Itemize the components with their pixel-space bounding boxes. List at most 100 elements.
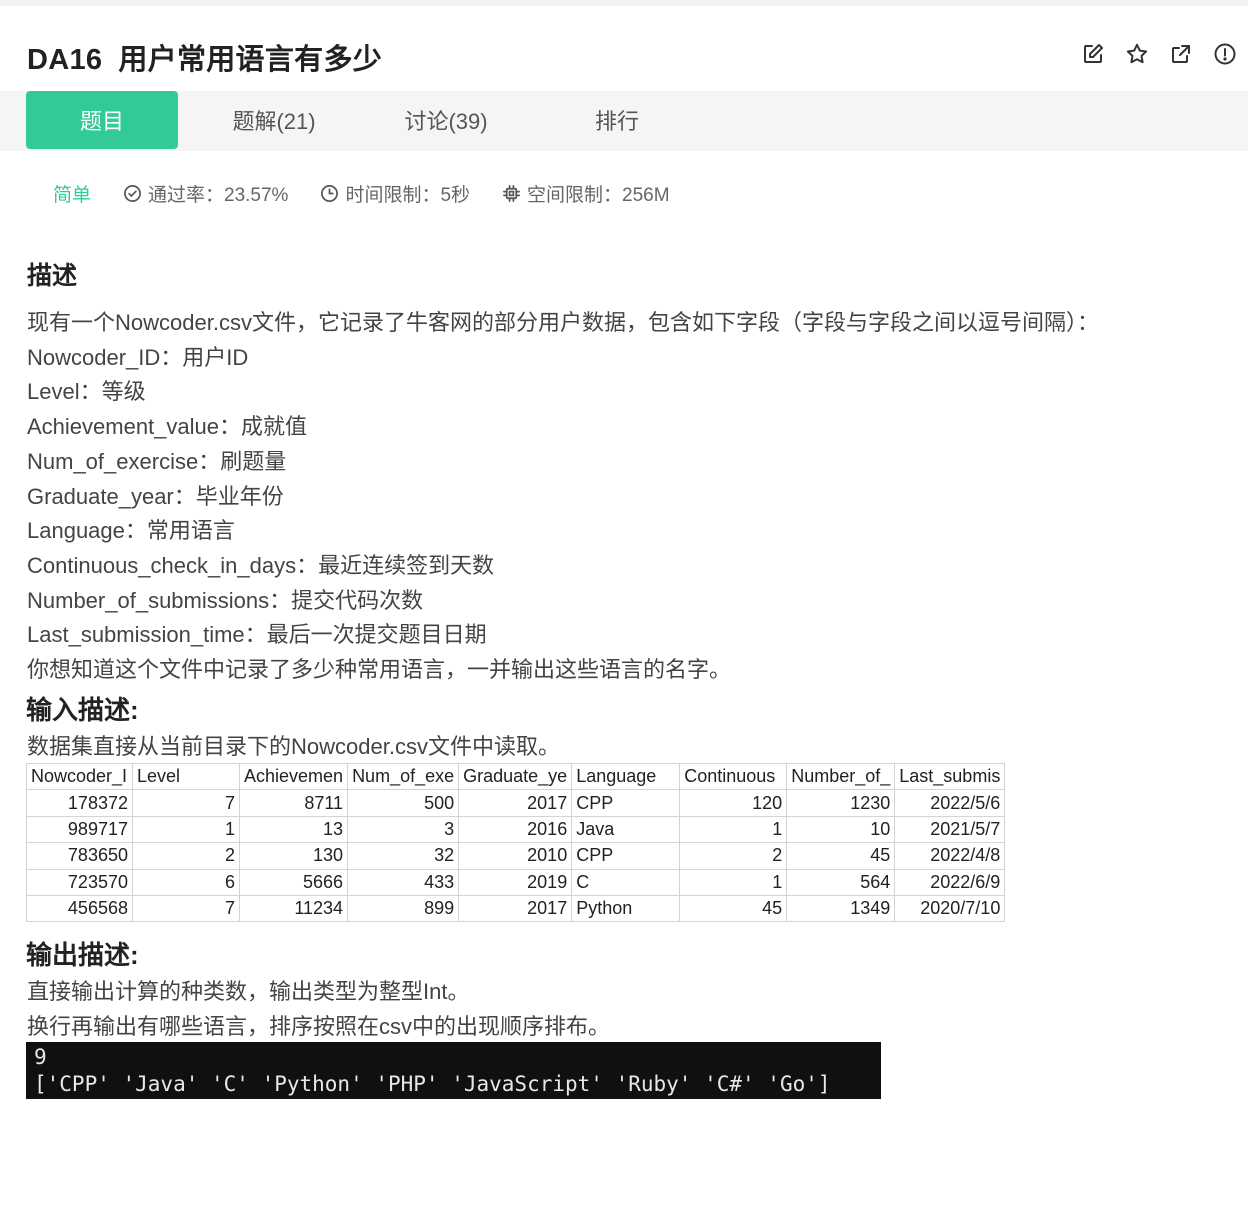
output-text-line1: 直接输出计算的种类数，输出类型为整型Int。: [27, 979, 470, 1004]
edit-icon[interactable]: [1080, 40, 1106, 68]
action-bar: [1080, 40, 1238, 68]
table-cell: 2010: [458, 842, 573, 870]
description-line: Graduate_year：毕业年份: [27, 483, 284, 509]
table-cell: 723570: [26, 868, 133, 896]
table-row: 723570 6 5666 433 2019 C 1 564 2022/6/9: [26, 868, 1006, 896]
table-cell: 1: [132, 815, 240, 844]
report-icon[interactable]: [1212, 40, 1238, 68]
description-line: Continuous_check_in_days：最近连续签到天数: [27, 552, 495, 578]
table-cell: 989717: [26, 815, 133, 844]
table-cell: 2019: [458, 868, 573, 896]
table-cell: 564: [786, 868, 896, 896]
description-line: Last_submission_time：最后一次提交题目日期: [27, 622, 487, 648]
pass-rate: 通过率：23.57%: [123, 180, 288, 207]
table-cell: 2021/5/7: [894, 815, 1006, 844]
table-cell: 433: [347, 868, 460, 896]
difficulty-badge: 简单: [53, 185, 92, 206]
output-heading: 输出描述:: [26, 940, 139, 970]
description-line: Level：等级: [27, 379, 146, 405]
description-line: Num_of_exercise：刷题量: [27, 448, 287, 474]
top-strip: [0, 0, 1248, 6]
table-cell: 1: [679, 868, 788, 896]
time-limit-text: 时间限制：5秒: [345, 185, 471, 206]
column-header: Language: [571, 762, 681, 791]
table-cell: 1: [679, 815, 788, 844]
description-line: 现有一个Nowcoder.csv文件，它记录了牛客网的部分用户数据，包含如下字段…: [27, 310, 1099, 335]
table-cell: 10: [786, 815, 896, 844]
column-header: Last_submis: [894, 762, 1006, 791]
tab-ranking[interactable]: 排行: [541, 91, 693, 149]
table-cell: 45: [786, 842, 896, 870]
table-cell: 7: [132, 894, 240, 923]
memory-limit-text: 空间限制：256M: [527, 185, 670, 206]
table-cell: 120: [679, 789, 788, 817]
column-header: Nowcoder_I: [26, 762, 133, 791]
table-cell: 8711: [238, 789, 349, 817]
table-cell: 2020/7/10: [894, 894, 1006, 923]
tab-solutions[interactable]: 题解(21): [198, 91, 350, 149]
output-example-terminal: 9 ['CPP' 'Java' 'C' 'Python' 'PHP' 'Java…: [26, 1042, 881, 1099]
problem-code: DA16: [27, 44, 103, 76]
table-cell: 178372: [26, 789, 133, 817]
output-text-line2: 换行再输出有哪些语言，排序按照在csv中的出现顺序排布。: [27, 1014, 611, 1039]
table-cell: 2017: [458, 789, 573, 817]
pass-rate-text: 通过率：23.57%: [148, 185, 289, 206]
input-heading: 输入描述:: [26, 695, 139, 725]
table-cell: 7: [132, 789, 240, 817]
table-cell: 1230: [786, 789, 896, 817]
table-cell: 783650: [26, 842, 133, 870]
column-header: Level: [132, 762, 240, 791]
table-cell: 6: [132, 868, 240, 896]
tab-discussion[interactable]: 讨论(39): [370, 91, 522, 149]
table-cell: 2022/6/9: [894, 868, 1006, 896]
description-line: 你想知道这个文件中记录了多少种常用语言，一并输出这些语言的名字。: [27, 657, 732, 683]
table-cell: 2017: [458, 894, 573, 923]
csv-preview-table: Nowcoder_I Level Achievemen Num_of_exe G…: [26, 762, 1006, 923]
share-icon[interactable]: [1168, 40, 1194, 68]
table-cell: 1349: [786, 894, 896, 923]
table-cell: 130: [238, 842, 349, 870]
column-header: Num_of_exe: [347, 762, 460, 791]
column-header: Continuous: [679, 762, 788, 791]
table-cell: 2: [679, 842, 788, 870]
tab-problem[interactable]: 题目: [26, 91, 178, 149]
clock-icon: [321, 185, 339, 202]
table-cell: 3: [347, 815, 460, 844]
table-cell: Python: [571, 894, 681, 923]
table-cell: 2022/4/8: [894, 842, 1006, 870]
table-cell: 5666: [238, 868, 349, 896]
description-line: Nowcoder_ID：用户ID: [27, 344, 249, 370]
table-cell: 32: [347, 842, 460, 870]
table-cell: 2: [132, 842, 240, 870]
table-cell: 456568: [26, 894, 133, 923]
input-text: 数据集直接从当前目录下的Nowcoder.csv文件中读取。: [27, 734, 560, 759]
table-cell: 899: [347, 894, 460, 923]
problem-title: 用户常用语言有多少: [118, 44, 383, 76]
terminal-line: ['CPP' 'Java' 'C' 'Python' 'PHP' 'JavaSc…: [34, 1072, 831, 1096]
table-cell: CPP: [571, 789, 681, 817]
description-heading: 描述: [27, 262, 78, 290]
table-row: 456568 7 11234 899 2017 Python 45 1349 2…: [26, 894, 1006, 923]
description-line: Number_of_submissions：提交代码次数: [27, 587, 424, 613]
column-header: Number_of_: [786, 762, 896, 791]
table-cell: CPP: [571, 842, 681, 870]
table-cell: C: [571, 868, 681, 896]
table-row: 178372 7 8711 500 2017 CPP 120 1230 2022…: [26, 789, 1006, 817]
table-row: 989717 1 13 3 2016 Java 1 10 2021/5/7: [26, 815, 1006, 844]
table-cell: 2022/5/6: [894, 789, 1006, 817]
column-header: Graduate_ye: [458, 762, 573, 791]
description-line: Achievement_value：成就值: [27, 414, 308, 440]
table-cell: 45: [679, 894, 788, 923]
description-line: Language：常用语言: [27, 518, 235, 544]
table-cell: Java: [571, 815, 681, 844]
description-body: 现有一个Nowcoder.csv文件，它记录了牛客网的部分用户数据，包含如下字段…: [27, 306, 1227, 688]
star-icon[interactable]: [1124, 40, 1150, 68]
column-header: Achievemen: [238, 762, 349, 791]
table-cell: 500: [347, 789, 460, 817]
terminal-line: 9: [34, 1045, 47, 1069]
memory-limit: 空间限制：256M: [502, 180, 670, 207]
check-circle-icon: [124, 185, 141, 202]
chip-icon: [503, 185, 521, 202]
table-cell: 11234: [238, 894, 349, 923]
table-header-row: Nowcoder_I Level Achievemen Num_of_exe G…: [26, 762, 1006, 791]
